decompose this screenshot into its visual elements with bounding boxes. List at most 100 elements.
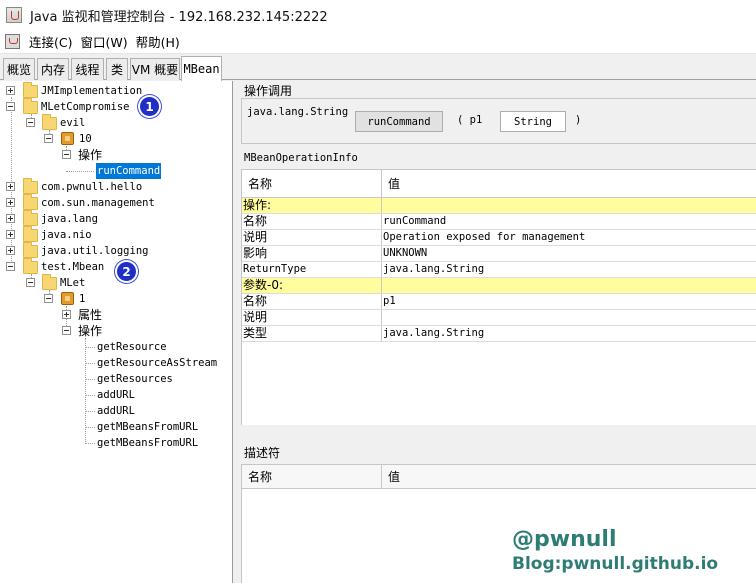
cell-name: 参数-0:: [242, 278, 382, 293]
tree-node-mlet-1[interactable]: 1: [79, 291, 85, 307]
tree-expander[interactable]: [6, 214, 15, 223]
tab-vm-summary[interactable]: VM 概要: [130, 58, 180, 80]
detail-pane: 操作调用 java.lang.String runCommand ( p1 St…: [236, 81, 756, 583]
tree-expander[interactable]: [6, 246, 15, 255]
folder-icon: [23, 82, 38, 98]
folder-icon: [23, 178, 38, 194]
cell-name: 名称: [242, 294, 382, 309]
mbean-tree[interactable]: JMImplementation MLetCompromise 1 evil 1…: [0, 81, 233, 583]
java-cup-icon: [6, 7, 22, 23]
window-title: Java 监视和管理控制台 - 192.168.232.145:2222: [30, 9, 328, 25]
tree-expander[interactable]: [6, 102, 15, 111]
cell-name: 操作:: [242, 198, 382, 213]
tree-node-com-pwnull-hello[interactable]: com.pwnull.hello: [41, 179, 142, 195]
tree-node-mlet[interactable]: MLet: [60, 275, 85, 291]
table-row: 操作:: [242, 198, 756, 214]
table-row: 名称 p1: [242, 294, 756, 310]
annotation-badge-1: 1: [140, 97, 159, 116]
folder-icon: [23, 226, 38, 242]
header-name[interactable]: 名称: [242, 465, 382, 488]
watermark: @pwnull Blog:pwnull.github.io: [512, 527, 718, 575]
tree-node-evil-operations[interactable]: 操作: [78, 147, 102, 163]
run-command-button[interactable]: runCommand: [355, 111, 443, 132]
title-bar: Java 监视和管理控制台 - 192.168.232.145:2222: [0, 0, 756, 30]
tree-expander[interactable]: [6, 198, 15, 207]
param-open-label: ( p1: [457, 114, 483, 126]
tab-threads[interactable]: 线程: [71, 58, 104, 80]
table-row: 说明: [242, 310, 756, 326]
tree-node-op[interactable]: getMBeansFromURL: [97, 435, 198, 451]
cell-value: Operation exposed for management: [383, 231, 586, 243]
folder-icon: [23, 210, 38, 226]
cell-name: 名称: [242, 214, 382, 229]
watermark-blog: Blog:pwnull.github.io: [512, 554, 719, 574]
tree-node-op[interactable]: getResourceAsStream: [97, 355, 217, 371]
tree-node-op[interactable]: getResources: [97, 371, 173, 387]
document-icon[interactable]: [5, 34, 20, 49]
tab-memory[interactable]: 内存: [37, 58, 69, 80]
tree-expander[interactable]: [44, 294, 53, 303]
cell-name: 说明: [242, 230, 382, 245]
header-value[interactable]: 值: [382, 170, 756, 197]
tab-mbean[interactable]: MBean: [181, 56, 222, 81]
tree-expander[interactable]: [6, 230, 15, 239]
param-close-label: ): [575, 114, 582, 126]
table-row: 参数-0:: [242, 278, 756, 294]
tree-expander[interactable]: [44, 134, 53, 143]
cell-value: [382, 310, 756, 325]
folder-icon: [23, 242, 38, 258]
operation-section-title: 操作调用: [244, 84, 293, 98]
tab-classes[interactable]: 类: [106, 58, 128, 80]
tree-expander[interactable]: [62, 326, 71, 335]
tree-node-test-mbean[interactable]: test.Mbean: [41, 259, 104, 275]
operation-info-table: 名称 值 操作: 名称 runCommand 说明 Operation expo…: [241, 169, 756, 425]
tree-expander[interactable]: [6, 182, 15, 191]
menu-window[interactable]: 窗口(W): [76, 32, 131, 51]
annotation-badge-2: 2: [117, 262, 136, 281]
table-row: 名称 runCommand: [242, 214, 756, 230]
cell-name: ReturnType: [242, 262, 382, 277]
tree-expander[interactable]: [62, 310, 71, 319]
tree-node-jmimplementation[interactable]: JMImplementation: [41, 83, 142, 99]
tree-node-evil-10[interactable]: 10: [79, 131, 92, 147]
info-section-title: MBeanOperationInfo: [244, 152, 358, 164]
tab-overview[interactable]: 概览: [3, 58, 35, 80]
cell-value: p1: [383, 295, 396, 307]
tree-node-operations[interactable]: 操作: [78, 323, 102, 339]
tree-expander[interactable]: [26, 278, 35, 287]
cell-name: 影响: [242, 246, 382, 261]
tree-node-java-util-logging[interactable]: java.util.logging: [41, 243, 148, 259]
mbean-icon: [61, 292, 74, 305]
folder-icon: [42, 274, 57, 290]
tree-expander[interactable]: [6, 262, 15, 271]
tree-node-java-nio[interactable]: java.nio: [41, 227, 92, 243]
folder-icon: [42, 114, 57, 130]
param-p1-input[interactable]: String: [500, 111, 566, 132]
tree-node-mletcompromise[interactable]: MLetCompromise: [41, 99, 130, 115]
folder-icon: [23, 258, 38, 274]
tree-node-op[interactable]: addURL: [97, 403, 135, 419]
tree-node-op[interactable]: getMBeansFromURL: [97, 419, 198, 435]
tree-node-op[interactable]: getResource: [97, 339, 167, 355]
header-name[interactable]: 名称: [242, 170, 382, 197]
menu-connect[interactable]: 连接(C): [25, 32, 76, 51]
cell-value: UNKNOWN: [383, 247, 428, 259]
tree-expander[interactable]: [26, 118, 35, 127]
tree-node-op[interactable]: addURL: [97, 387, 135, 403]
tree-expander[interactable]: [62, 150, 71, 159]
tree-node-com-sun-management[interactable]: com.sun.management: [41, 195, 155, 211]
mbean-icon: [61, 132, 74, 145]
table-row: 类型 java.lang.String: [242, 326, 756, 342]
table-row: 影响 UNKNOWN: [242, 246, 756, 262]
return-type-label: java.lang.String: [247, 106, 349, 118]
tree-node-evil[interactable]: evil: [60, 115, 85, 131]
header-value[interactable]: 值: [382, 465, 756, 488]
table-header: 名称 值: [242, 170, 756, 198]
tab-bar: 概览 内存 线程 类 VM 概要 MBean: [0, 55, 756, 81]
tree-expander[interactable]: [6, 86, 15, 95]
menu-help[interactable]: 帮助(H): [132, 32, 184, 51]
tree-node-java-lang[interactable]: java.lang: [41, 211, 98, 227]
tree-node-runcommand[interactable]: runCommand: [96, 163, 162, 179]
tree-node-attributes[interactable]: 属性: [78, 307, 102, 323]
cell-value: runCommand: [383, 215, 447, 227]
